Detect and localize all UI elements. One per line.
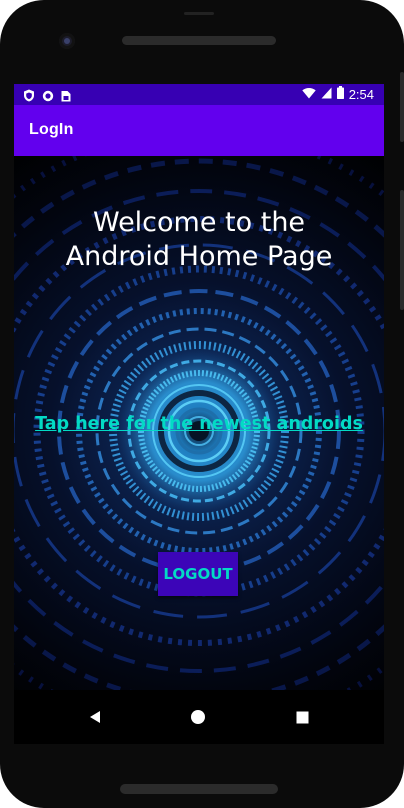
welcome-heading: Welcome to the Android Home Page <box>14 206 384 274</box>
recents-icon[interactable] <box>289 704 315 730</box>
circle-icon <box>42 87 54 106</box>
top-speaker <box>122 36 276 45</box>
navigation-bar <box>14 690 384 744</box>
newest-androids-link[interactable]: Tap here for the newest androids <box>14 414 384 434</box>
shield-icon <box>23 87 35 106</box>
front-camera <box>59 33 75 49</box>
home-content: Welcome to the Android Home Page Tap her… <box>14 156 384 690</box>
status-left-icons <box>23 87 71 106</box>
volume-button <box>400 190 404 310</box>
phone-frame: 2:54 LogIn Welcome to the Android Home P… <box>0 0 404 808</box>
signal-icon <box>321 87 332 102</box>
phone-screen: 2:54 LogIn Welcome to the Android Home P… <box>14 84 384 744</box>
status-right-icons: 2:54 <box>301 86 374 102</box>
welcome-line-1: Welcome to the <box>92 207 306 238</box>
bottom-speaker <box>120 784 278 794</box>
sim-card-icon <box>61 87 71 106</box>
back-icon[interactable] <box>82 704 108 730</box>
power-button <box>400 72 404 142</box>
top-notch <box>184 12 214 15</box>
app-bar: LogIn <box>14 105 384 156</box>
home-icon[interactable] <box>185 704 211 730</box>
wifi-icon <box>301 87 316 102</box>
status-bar: 2:54 <box>14 84 384 105</box>
app-title: LogIn <box>29 121 74 138</box>
welcome-line-2: Android Home Page <box>65 241 333 272</box>
battery-icon <box>336 86 344 102</box>
clock-text: 2:54 <box>348 86 374 102</box>
logout-button[interactable]: LOGOUT <box>158 552 238 596</box>
